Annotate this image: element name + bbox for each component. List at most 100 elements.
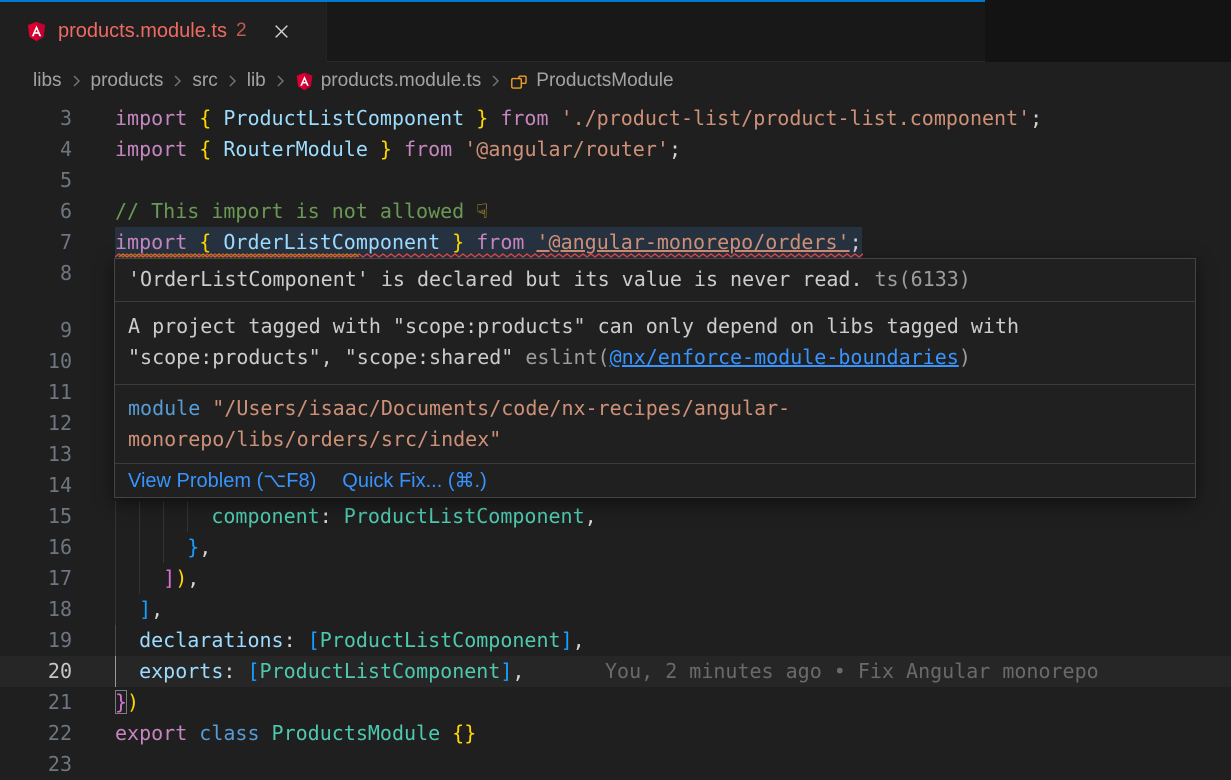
code-token: : <box>284 628 308 652</box>
code-token: ] <box>561 628 573 652</box>
tab-title: products.module.ts <box>58 20 227 43</box>
code-token: RouterModule <box>223 137 368 161</box>
code-line-content: // This import is not allowed ☟ <box>115 196 488 227</box>
code-line[interactable]: 19 declarations: [ProductListComponent], <box>0 625 1231 656</box>
line-number[interactable]: 18 <box>0 594 72 625</box>
code-line[interactable]: 5 <box>0 165 1231 196</box>
code-token: { <box>199 106 223 130</box>
line-number[interactable]: 4 <box>0 134 72 165</box>
code-token: ProductListComponent <box>260 659 501 683</box>
code-token <box>440 721 452 745</box>
code-line[interactable]: 6 // This import is not allowed ☟ <box>0 196 1231 227</box>
code-token: } <box>187 535 199 559</box>
code-token: ProductListComponent <box>344 504 585 528</box>
code-token: ; <box>669 137 681 161</box>
code-token: ] <box>163 566 175 590</box>
chevron-right-icon <box>227 73 238 89</box>
line-number[interactable]: 9 <box>0 315 72 346</box>
code-line[interactable]: 3 import { ProductListComponent } from '.… <box>0 103 1231 134</box>
line-number[interactable]: 23 <box>0 749 72 780</box>
code-line[interactable]: 20 exports: [ProductListComponent],You, … <box>0 656 1231 687</box>
module-path-line2: monorepo/libs/orders/src/index" <box>128 427 501 451</box>
breadcrumb-item-lib[interactable]: lib <box>247 70 266 92</box>
line-number[interactable]: 17 <box>0 563 72 594</box>
code-token: from <box>500 106 560 130</box>
hover-eslint-source-suffix: ) <box>959 345 971 369</box>
diagnostic-hover-popup: 'OrderListComponent' is declared but its… <box>114 258 1196 498</box>
code-line[interactable]: 17 ]), <box>0 563 1231 594</box>
code-token: ] <box>500 659 512 683</box>
line-number[interactable]: 3 <box>0 103 72 134</box>
line-number[interactable]: 16 <box>0 532 72 563</box>
eslint-rule-link[interactable]: @nx/enforce-module-boundaries <box>610 345 959 369</box>
line-number[interactable]: 13 <box>0 439 72 470</box>
tab-problem-count-badge: 2 <box>236 20 247 42</box>
breadcrumb: libs products src lib products.module.ts… <box>0 62 1231 100</box>
line-number[interactable]: 20 <box>0 656 72 687</box>
view-problem-action[interactable]: View Problem (⌥F8) <box>128 470 316 492</box>
line-number[interactable]: 8 <box>0 258 72 289</box>
breadcrumb-item-products[interactable]: products <box>91 70 164 92</box>
code-token: [ <box>308 628 320 652</box>
code-token: // This import is not allowed <box>115 199 476 223</box>
quick-fix-action[interactable]: Quick Fix... (⌘.) <box>342 470 486 492</box>
hover-actions-bar: View Problem (⌥F8) Quick Fix... (⌘.) <box>115 463 1195 497</box>
code-line[interactable]: 4import { RouterModule } from '@angular/… <box>0 134 1231 165</box>
code-token: ) <box>127 690 139 714</box>
breadcrumb-item-src[interactable]: src <box>192 70 217 92</box>
vscode-window: 3 import { ProductListComponent } from '.… <box>0 0 1231 780</box>
code-token <box>115 535 187 559</box>
close-tab-icon[interactable] <box>269 18 295 44</box>
tab-products-module[interactable]: products.module.ts 2 <box>0 0 327 62</box>
module-path-line1: "/Users/isaac/Documents/code/nx-recipes/… <box>212 396 790 420</box>
code-token: [ <box>247 659 259 683</box>
line-number[interactable]: 12 <box>0 408 72 439</box>
code-token: component <box>211 504 319 528</box>
chevron-right-icon <box>275 73 286 89</box>
hover-eslint-line1: A project tagged with "scope:products" c… <box>128 311 1195 342</box>
code-line-content: import { ProductListComponent } from './… <box>115 103 1042 134</box>
line-number[interactable]: 14 <box>0 470 72 501</box>
code-line-content: }) <box>115 687 139 718</box>
code-token: } <box>368 137 404 161</box>
code-line[interactable]: 22export class ProductsModule {} <box>0 718 1231 749</box>
code-token <box>115 659 139 683</box>
code-token: , <box>573 628 585 652</box>
git-blame-annotation: You, 2 minutes ago • Fix Angular monorep… <box>605 656 1099 687</box>
line-number[interactable]: 7 <box>0 227 72 258</box>
code-token: ; <box>1030 106 1042 130</box>
code-token: ☟ <box>476 199 488 223</box>
code-line[interactable]: 21}) <box>0 687 1231 718</box>
breadcrumb-item-file[interactable]: products.module.ts <box>321 70 482 92</box>
code-line[interactable]: 16 }, <box>0 532 1231 563</box>
line-number[interactable]: 21 <box>0 687 72 718</box>
code-token: ProductListComponent <box>223 106 464 130</box>
line-number[interactable]: 15 <box>0 501 72 532</box>
line-number[interactable]: 19 <box>0 625 72 656</box>
line-number[interactable]: 11 <box>0 377 72 408</box>
hover-ts-code: ts(6133) <box>875 267 971 291</box>
angular-file-icon <box>26 21 47 42</box>
code-token: from <box>404 137 464 161</box>
code-line[interactable]: 15 component: ProductListComponent, <box>0 501 1231 532</box>
hover-eslint-diagnostic: A project tagged with "scope:products" c… <box>115 301 1195 384</box>
active-tab-accent <box>0 0 985 2</box>
code-line[interactable]: 7import { OrderListComponent } from '@an… <box>0 227 1231 258</box>
breadcrumb-item-symbol[interactable]: ProductsModule <box>536 70 673 92</box>
line-number[interactable]: 5 <box>0 165 72 196</box>
chevron-right-icon <box>490 73 501 89</box>
code-line-content: ], <box>115 594 163 625</box>
code-line[interactable]: 23 <box>0 749 1231 780</box>
code-token: { <box>199 137 223 161</box>
chevron-right-icon <box>172 73 183 89</box>
code-line-content: }, <box>115 532 211 563</box>
code-line[interactable]: 18 ], <box>0 594 1231 625</box>
breadcrumb-item-libs[interactable]: libs <box>33 70 62 92</box>
line-number[interactable]: 22 <box>0 718 72 749</box>
line-number[interactable]: 10 <box>0 346 72 377</box>
angular-file-icon <box>295 72 314 91</box>
code-token <box>115 628 139 652</box>
hover-module-info: module"/Users/isaac/Documents/code/nx-re… <box>115 384 1195 463</box>
line-number[interactable]: 6 <box>0 196 72 227</box>
code-token: ] <box>139 597 151 621</box>
